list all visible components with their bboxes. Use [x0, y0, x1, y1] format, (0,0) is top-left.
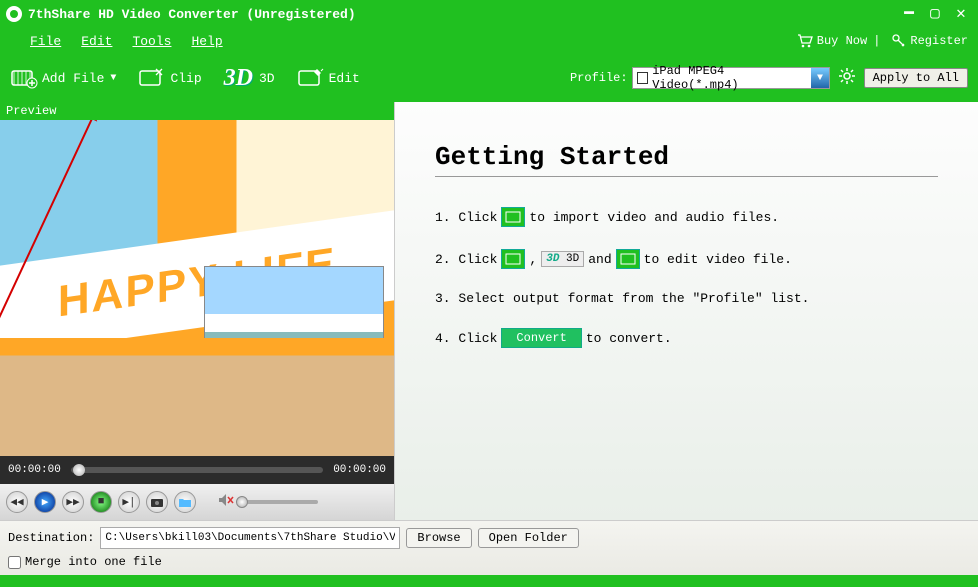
- apply-to-all-button[interactable]: Apply to All: [864, 68, 968, 88]
- close-button[interactable]: ✕: [950, 3, 972, 25]
- menu-tools[interactable]: Tools: [132, 34, 171, 49]
- cart-icon: [797, 34, 813, 48]
- 3d-label: 3D: [259, 71, 275, 86]
- mini-convert-button: Convert: [501, 328, 581, 348]
- open-folder-button[interactable]: Open Folder: [478, 528, 579, 548]
- clip-icon: [138, 64, 166, 92]
- add-file-button[interactable]: Add File ▼: [10, 64, 116, 92]
- step-1: 1. Click to import video and audio files…: [435, 207, 938, 227]
- register-label: Register: [910, 34, 968, 48]
- preview-image: HAPPY LIFE: [0, 120, 394, 456]
- buy-now-label: Buy Now: [817, 34, 867, 48]
- volume-slider[interactable]: [238, 500, 318, 504]
- merge-label: Merge into one file: [25, 555, 162, 569]
- profile-format-icon: [637, 72, 649, 84]
- clip-button[interactable]: Clip: [138, 64, 201, 92]
- window-title: 7thShare HD Video Converter (Unregistere…: [28, 7, 894, 22]
- 3d-icon: 3D: [224, 65, 253, 92]
- register-link[interactable]: Register: [892, 34, 968, 48]
- stop-button[interactable]: ■: [90, 491, 112, 513]
- menu-bar: File Edit Tools Help Buy Now | Register: [0, 28, 978, 54]
- camera-icon: [151, 497, 163, 507]
- time-end: 00:00:00: [333, 464, 386, 476]
- forward-button[interactable]: ▶▶: [62, 491, 84, 513]
- edit-button[interactable]: Edit: [297, 64, 360, 92]
- play-button[interactable]: ▶: [34, 491, 56, 513]
- settings-button[interactable]: [838, 67, 856, 90]
- film-add-icon: [10, 64, 38, 92]
- preview-pane: Preview HAPPY LIFE 00:00:00 00:00:00 ◀◀ …: [0, 102, 395, 520]
- profile-value: iPad MPEG4 Video(*.mp4): [652, 64, 811, 92]
- mini-edit-icon: [616, 249, 640, 269]
- clip-label: Clip: [170, 71, 201, 86]
- step2-text-a: 2. Click: [435, 252, 497, 267]
- gear-icon: [838, 67, 856, 85]
- step2-text-b: to edit video file.: [644, 252, 792, 267]
- speaker-mute-icon: [218, 493, 234, 507]
- time-bar: 00:00:00 00:00:00: [0, 456, 394, 484]
- app-logo-icon: [6, 6, 22, 22]
- browse-button[interactable]: Browse: [406, 528, 471, 548]
- footer-bar: [0, 575, 978, 587]
- add-file-label: Add File: [42, 71, 104, 86]
- step4-text-a: 4. Click: [435, 331, 497, 346]
- getting-started-heading: Getting Started: [435, 142, 938, 177]
- preview-title: Preview: [0, 102, 394, 120]
- step-3: 3. Select output format from the "Profil…: [435, 291, 938, 306]
- folder-icon: [179, 497, 191, 507]
- destination-input[interactable]: [100, 527, 400, 549]
- mini-clip-icon: [501, 249, 525, 269]
- next-button[interactable]: ▶|: [118, 491, 140, 513]
- getting-started-pane: Getting Started 1. Click to import video…: [395, 102, 978, 520]
- step4-text-b: to convert.: [586, 331, 672, 346]
- step1-text-a: 1. Click: [435, 210, 497, 225]
- separator: |: [873, 34, 880, 48]
- folder-button[interactable]: [174, 491, 196, 513]
- step1-text-b: to import video and audio files.: [529, 210, 779, 225]
- step2-and: and: [588, 252, 611, 267]
- mute-button[interactable]: [218, 493, 234, 512]
- key-icon: [892, 34, 906, 48]
- toolbar: Add File ▼ Clip 3D 3D Edit Profile: iPad…: [0, 54, 978, 102]
- merge-checkbox[interactable]: [8, 556, 21, 569]
- mini-3d-icon: 3D 3D: [541, 251, 584, 267]
- rewind-button[interactable]: ◀◀: [6, 491, 28, 513]
- title-bar: 7thShare HD Video Converter (Unregistere…: [0, 0, 978, 28]
- minimize-button[interactable]: ━: [898, 3, 920, 25]
- menu-help[interactable]: Help: [191, 34, 222, 49]
- menu-file[interactable]: File: [30, 34, 61, 49]
- seek-slider[interactable]: [71, 467, 323, 473]
- bottom-panel: Destination: Browse Open Folder Merge in…: [0, 520, 978, 575]
- profile-label: Profile:: [570, 71, 628, 85]
- 3d-button[interactable]: 3D 3D: [224, 65, 275, 92]
- maximize-button[interactable]: ▢: [924, 3, 946, 25]
- destination-label: Destination:: [8, 531, 94, 545]
- menu-edit[interactable]: Edit: [81, 34, 112, 49]
- step-4: 4. Click Convert to convert.: [435, 328, 938, 348]
- profile-dropdown-icon: ▼: [811, 68, 828, 88]
- step-2: 2. Click , 3D 3D and to edit video file.: [435, 249, 938, 269]
- step3-text: 3. Select output format from the "Profil…: [435, 291, 809, 306]
- mini-addfile-icon: [501, 207, 525, 227]
- edit-icon: [297, 64, 325, 92]
- player-controls: ◀◀ ▶ ▶▶ ■ ▶|: [0, 484, 394, 520]
- snapshot-button[interactable]: [146, 491, 168, 513]
- time-start: 00:00:00: [8, 464, 61, 476]
- buy-now-link[interactable]: Buy Now: [797, 34, 867, 48]
- dropdown-caret-icon: ▼: [110, 73, 116, 84]
- edit-label: Edit: [329, 71, 360, 86]
- step2-comma: ,: [529, 252, 537, 267]
- profile-select[interactable]: iPad MPEG4 Video(*.mp4) ▼: [632, 67, 830, 89]
